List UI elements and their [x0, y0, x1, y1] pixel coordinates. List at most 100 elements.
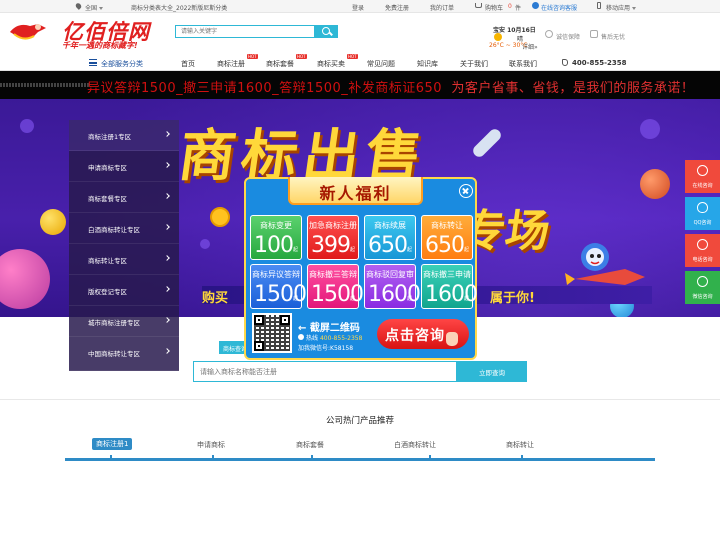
offer-card[interactable]: 商标转让 650 起	[421, 215, 473, 260]
nav-item-trademark-trade[interactable]: 商标买卖 HOT	[317, 54, 358, 69]
sidebar-item-liquor-transfer[interactable]: 白酒商标转让专区	[69, 213, 179, 244]
float-label: 在线咨询	[692, 183, 713, 189]
tab-package[interactable]: 商标套餐	[296, 440, 324, 450]
tab-liquor-transfer[interactable]: 白酒商标转让	[394, 440, 436, 450]
float-label: QQ咨询	[693, 220, 712, 226]
register-link[interactable]: 免费注册	[385, 3, 409, 12]
trademark-query-input[interactable]	[194, 362, 456, 381]
nav-item-contact[interactable]: 联系我们	[509, 59, 537, 69]
nav-phone-number: 400-855-2358	[572, 59, 627, 67]
tab-marker	[311, 455, 313, 460]
float-label: 微信咨询	[692, 294, 713, 300]
chevron-right-icon	[164, 131, 170, 137]
shield-icon	[545, 30, 553, 38]
tab-marker	[110, 455, 112, 460]
new-user-welfare-popup: 新人福利 商标变更 100 起 加急商标注册 399 起 商标续展 650 起 商标转让 65…	[244, 177, 478, 360]
offer-card[interactable]: 商标撤三申请 1600 起	[421, 264, 478, 309]
sidebar-item-copyright[interactable]: 版权登记专区	[69, 275, 179, 306]
float-phone-consult[interactable]: 电话咨询	[685, 234, 720, 267]
main-nav: 全部服务分类 首页 商标注册 HOT 商标套餐 HOT 商标买卖 HOT 常见问题 知…	[0, 54, 720, 70]
phone-icon	[298, 334, 304, 340]
popup-title: 新人福利	[319, 184, 392, 203]
float-qq-consult[interactable]: QQ咨询	[685, 197, 720, 230]
cart-icon	[475, 3, 482, 8]
ticker-text-1: 异议答辩1500_撤三申请1600_答辩1500_补发商标证650	[87, 81, 443, 96]
thumbs-up-icon	[590, 30, 598, 38]
mobile-app-link[interactable]: 移动应用	[606, 3, 637, 12]
online-service-link[interactable]: 在线咨询客服	[541, 3, 577, 12]
chevron-right-icon	[164, 317, 170, 323]
offer-name: 商标续展	[374, 221, 406, 230]
sidebar-item-china-transfer[interactable]: 中国商标转让专区	[69, 337, 179, 371]
nav-item-home[interactable]: 首页	[181, 59, 195, 69]
tab-apply[interactable]: 申请商标	[197, 440, 225, 450]
tab-marker	[521, 455, 523, 460]
hotline-label: 热线	[306, 335, 319, 342]
tab-transfer[interactable]: 商标转让	[506, 440, 534, 450]
ticker-dots	[0, 83, 90, 87]
sidebar-item-register1[interactable]: 商标注册1专区	[69, 120, 179, 151]
offer-price: 1600	[425, 282, 478, 307]
phone-icon	[697, 239, 708, 250]
login-link[interactable]: 登录	[352, 3, 364, 12]
hot-products-title: 公司热门产品推荐	[325, 416, 394, 426]
sidebar-item-label: 白酒商标转让专区	[88, 226, 140, 234]
trademark-query-input-wrap	[193, 361, 457, 382]
city-selector[interactable]: 全国	[85, 3, 104, 12]
chevron-right-icon	[164, 193, 170, 199]
nav-item-knowledge[interactable]: 知识库	[417, 59, 438, 69]
nav-label: 商标套餐	[266, 60, 294, 68]
nav-label: 商标买卖	[317, 60, 345, 68]
popup-title-plate: 新人福利	[288, 177, 423, 205]
nav-label: 关于我们	[460, 60, 488, 68]
offer-unit: 起	[463, 247, 469, 253]
bubble-decor	[200, 239, 210, 249]
offer-unit: 起	[292, 296, 298, 302]
tab-marker	[429, 455, 431, 460]
nav-label: 商标注册	[217, 60, 245, 68]
query-button[interactable]: 立即查询	[457, 361, 527, 382]
orders-link[interactable]: 我的订单	[430, 3, 454, 12]
header-search-input[interactable]	[176, 26, 314, 37]
promo-link[interactable]: 商标分类表大全_2022新版尼斯分类	[131, 3, 227, 12]
float-online-consult[interactable]: 在线咨询	[685, 160, 720, 193]
nav-item-about[interactable]: 关于我们	[460, 59, 488, 69]
sidebar-item-apply[interactable]: 申请商标专区	[69, 151, 179, 182]
offer-name: 商标撤三申请	[423, 270, 471, 279]
nav-label: 首页	[181, 60, 195, 68]
offer-card[interactable]: 商标异议答辩 1500 起	[250, 264, 307, 309]
logo-slogan: 千年一遇的商标藏字!	[62, 41, 138, 50]
menu-icon	[89, 59, 97, 66]
sidebar-item-label: 商标套餐专区	[88, 195, 127, 203]
sidebar-item-label: 中国商标转让专区	[88, 350, 140, 358]
offer-price: 1500	[254, 282, 307, 307]
weather-detail-link[interactable]: 详细»	[522, 42, 538, 51]
close-icon[interactable]	[459, 184, 473, 198]
sidebar-item-city-register[interactable]: 城市商标注册专区	[69, 306, 179, 337]
nav-label: 知识库	[417, 60, 438, 68]
sidebar-item-transfer[interactable]: 商标转让专区	[69, 244, 179, 275]
offer-card[interactable]: 商标续展 650 起	[364, 215, 416, 260]
float-wechat-consult[interactable]: 微信咨询	[685, 271, 720, 304]
bubble-decor	[640, 119, 660, 139]
all-categories-button[interactable]: 全部服务分类	[87, 56, 153, 70]
chevron-right-icon	[164, 348, 170, 354]
nav-item-trademark-register[interactable]: 商标注册 HOT	[217, 54, 258, 69]
sidebar-item-package[interactable]: 商标套餐专区	[69, 182, 179, 213]
offer-card[interactable]: 商标驳回复审 1600 起	[364, 264, 421, 309]
chevron-right-icon	[164, 224, 170, 230]
search-button[interactable]	[315, 25, 338, 38]
nav-item-trademark-package[interactable]: 商标套餐 HOT	[266, 54, 307, 69]
cart-link[interactable]: 购物车	[485, 3, 503, 12]
superhero-logo-icon[interactable]	[8, 20, 48, 42]
popup-hotline: 热线 400-855-2358	[306, 333, 362, 342]
nav-item-faq[interactable]: 常见问题	[367, 59, 395, 69]
offer-card[interactable]: 商标撤三答辩 1500 起	[307, 264, 364, 309]
offer-card[interactable]: 加急商标注册 399 起	[307, 215, 359, 260]
offer-card[interactable]: 商标变更 100 起	[250, 215, 302, 260]
tab-marker	[212, 455, 214, 460]
tab-register1[interactable]: 商标注册1	[92, 438, 133, 450]
offer-unit: 起	[349, 247, 355, 253]
offer-price: 650	[425, 233, 465, 258]
mobile-icon	[597, 2, 601, 9]
